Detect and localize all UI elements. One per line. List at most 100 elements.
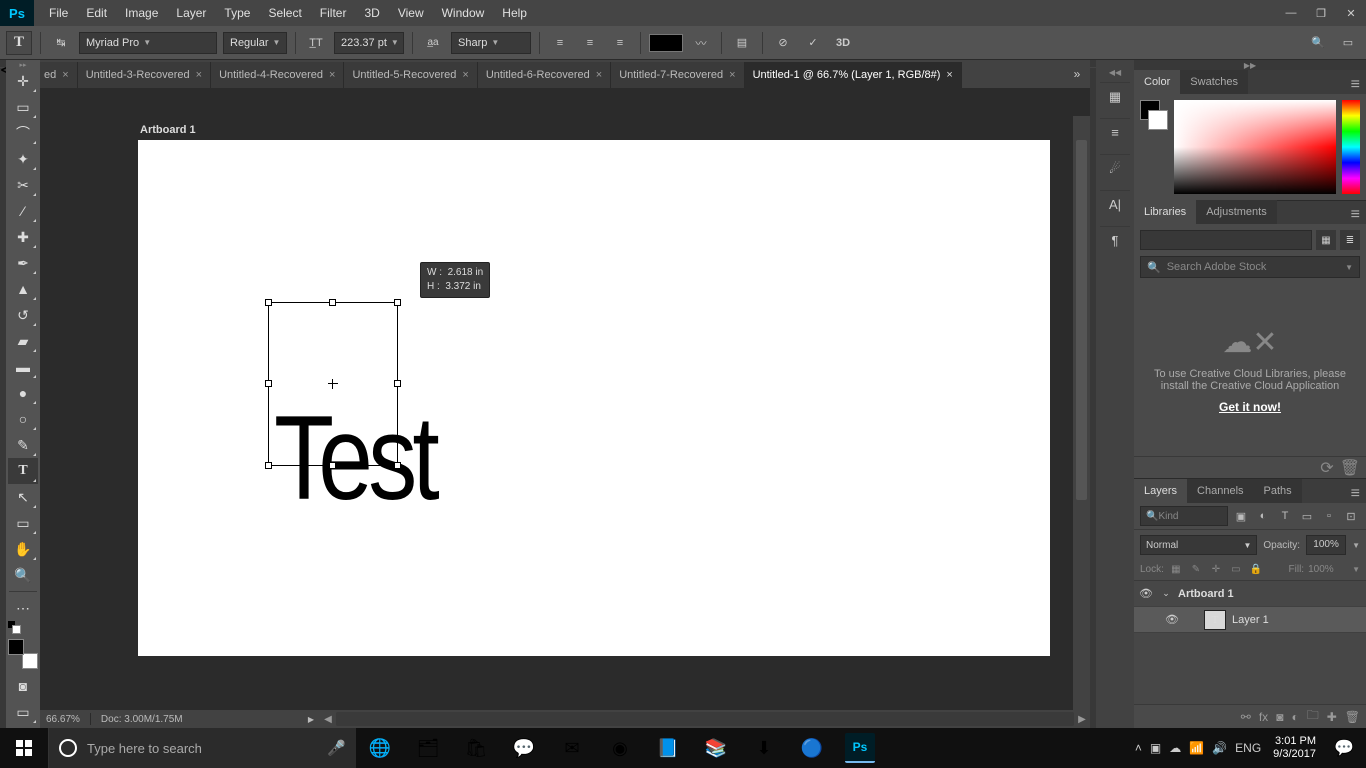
new-layer-icon[interactable]: ✚ (1327, 710, 1337, 724)
move-tool[interactable]: ✛ (8, 68, 38, 94)
layer-artboard[interactable]: 👁 ⌄ Artboard 1 (1134, 581, 1366, 607)
transform-handle[interactable] (265, 462, 272, 469)
paths-panel-tab[interactable]: Paths (1254, 479, 1302, 503)
transform-handle[interactable] (329, 462, 336, 469)
history-brush-tool[interactable]: ↺ (8, 302, 38, 328)
microphone-icon[interactable]: 🎤 (327, 739, 346, 757)
close-icon[interactable]: × (196, 69, 202, 81)
visibility-icon[interactable]: 👁 (1164, 613, 1180, 626)
blur-tool[interactable]: ● (8, 380, 38, 406)
artboard-label[interactable]: Artboard 1 (140, 124, 196, 136)
library-list-view-icon[interactable]: ≣ (1340, 230, 1360, 250)
window-close-button[interactable]: ✕ (1336, 0, 1366, 26)
type-tool[interactable]: T (8, 458, 38, 484)
library-grid-view-icon[interactable]: ▦ (1316, 230, 1336, 250)
paragraph-panel-icon[interactable]: ¶ (1100, 226, 1130, 254)
chevron-down-icon[interactable]: ▼ (1345, 263, 1353, 272)
menu-image[interactable]: Image (116, 0, 167, 26)
lock-brush-icon[interactable]: ✎ (1188, 561, 1204, 577)
menu-3d[interactable]: 3D (355, 0, 388, 26)
taskbar-skype-icon[interactable]: 💬 (500, 728, 548, 768)
window-minimize-button[interactable]: — (1276, 0, 1306, 26)
healing-tool[interactable]: ✚ (8, 224, 38, 250)
canvas[interactable]: Artboard 1 Test W : 2.618 in H : 3.372 i… (40, 88, 1090, 728)
expand-icon[interactable]: ⌄ (1160, 588, 1172, 599)
action-center-icon[interactable]: 💬 (1322, 728, 1366, 768)
transform-handle[interactable] (394, 299, 401, 306)
close-icon[interactable]: × (462, 69, 468, 81)
status-menu-icon[interactable]: ▶ (308, 715, 314, 724)
zoom-level[interactable]: 66.67% (46, 714, 80, 725)
transform-bounding-box[interactable] (268, 302, 398, 466)
default-colors-icon[interactable] (8, 621, 20, 633)
taskbar-clock[interactable]: 3:01 PM 9/3/2017 (1267, 735, 1322, 761)
taskbar-edge-icon[interactable]: 🌐 (356, 728, 404, 768)
opacity-input[interactable]: 100% (1306, 535, 1346, 555)
gradient-tool[interactable]: ▬ (8, 354, 38, 380)
history-panel-icon[interactable]: ▦ (1100, 82, 1130, 110)
lock-pixels-icon[interactable]: ▦ (1168, 561, 1184, 577)
document-tab[interactable]: Untitled-3-Recovered× (78, 62, 211, 88)
menu-select[interactable]: Select (259, 0, 310, 26)
eraser-tool[interactable]: ▰ (8, 328, 38, 354)
chevron-down-icon[interactable]: ▼ (1352, 541, 1360, 550)
filter-type-icon[interactable]: T (1276, 507, 1294, 525)
library-sync-icon[interactable]: ⟳ (1320, 458, 1333, 478)
layer-style-icon[interactable]: fx (1259, 710, 1268, 724)
panel-menu-icon[interactable]: ≡ (1345, 76, 1366, 94)
transform-handle[interactable] (265, 380, 272, 387)
menu-filter[interactable]: Filter (311, 0, 356, 26)
align-center-icon[interactable]: ≡ (578, 32, 602, 54)
window-restore-button[interactable]: ❐ (1306, 0, 1336, 26)
dodge-tool[interactable]: ○ (8, 406, 38, 432)
layer-thumbnail[interactable]: T (1204, 610, 1226, 630)
edit-toolbar-icon[interactable]: ⋯ (8, 595, 38, 621)
taskbar-idm-icon[interactable]: ⬇ (740, 728, 788, 768)
transform-handle[interactable] (394, 380, 401, 387)
color-hue-strip[interactable] (1342, 100, 1360, 194)
warp-text-icon[interactable]: 〰 (689, 32, 713, 54)
align-left-icon[interactable]: ≡ (548, 32, 572, 54)
document-tab[interactable]: ed× (40, 62, 78, 88)
taskbar-photoshop-icon[interactable]: Ps (845, 733, 875, 763)
tray-onedrive-icon[interactable]: ☁ (1169, 741, 1181, 755)
menu-file[interactable]: File (40, 0, 77, 26)
adjustments-panel-tab[interactable]: Adjustments (1196, 200, 1277, 224)
lock-artboard-icon[interactable]: ▭ (1228, 561, 1244, 577)
chevron-down-icon[interactable]: ▼ (1352, 565, 1360, 574)
current-tool-icon[interactable]: T (6, 31, 32, 55)
tray-volume-icon[interactable]: 🔊 (1212, 741, 1227, 755)
tray-chevron-up-icon[interactable]: ˄ (1135, 741, 1142, 755)
library-selector-dropdown[interactable] (1140, 230, 1312, 250)
crop-tool[interactable]: ✂ (8, 172, 38, 198)
taskbar-mail-icon[interactable]: ✉ (548, 728, 596, 768)
close-icon[interactable]: × (729, 69, 735, 81)
shape-tool[interactable]: ▭ (8, 510, 38, 536)
color-fgbg[interactable] (1140, 100, 1168, 194)
menu-help[interactable]: Help (493, 0, 536, 26)
layers-panel-tab[interactable]: Layers (1134, 479, 1187, 503)
hand-tool[interactable]: ✋ (8, 536, 38, 562)
commit-icon[interactable]: ✓ (801, 32, 825, 54)
adjustment-layer-icon[interactable]: ◐ (1291, 710, 1298, 724)
menu-window[interactable]: Window (433, 0, 494, 26)
screen-mode-icon[interactable]: ▭ (8, 699, 38, 725)
taskbar-explorer-icon[interactable]: 🗂 (404, 728, 452, 768)
font-size-input[interactable]: 223.37 pt▼ (334, 32, 404, 54)
document-tab[interactable]: Untitled-6-Recovered× (478, 62, 611, 88)
transform-center-icon[interactable] (329, 380, 337, 388)
delete-layer-icon[interactable]: 🗑 (1345, 710, 1360, 724)
zoom-tool[interactable]: 🔍 (8, 562, 38, 588)
filter-smart-icon[interactable]: ▫ (1320, 507, 1338, 525)
quick-select-tool[interactable]: ✦ (8, 146, 38, 172)
doc-info[interactable]: Doc: 3.00M/1.75M (101, 714, 183, 725)
transform-handle[interactable] (265, 299, 272, 306)
panel-menu-icon[interactable]: ≡ (1345, 206, 1366, 224)
document-tab-active[interactable]: Untitled-1 @ 66.7% (Layer 1, RGB/8#)× (745, 62, 962, 88)
close-icon[interactable]: × (62, 69, 68, 81)
properties-panel-icon[interactable]: ≡ (1100, 118, 1130, 146)
filter-shape-icon[interactable]: ▭ (1298, 507, 1316, 525)
menu-layer[interactable]: Layer (167, 0, 215, 26)
text-color-swatch[interactable] (649, 34, 683, 52)
pen-tool[interactable]: ✎ (8, 432, 38, 458)
